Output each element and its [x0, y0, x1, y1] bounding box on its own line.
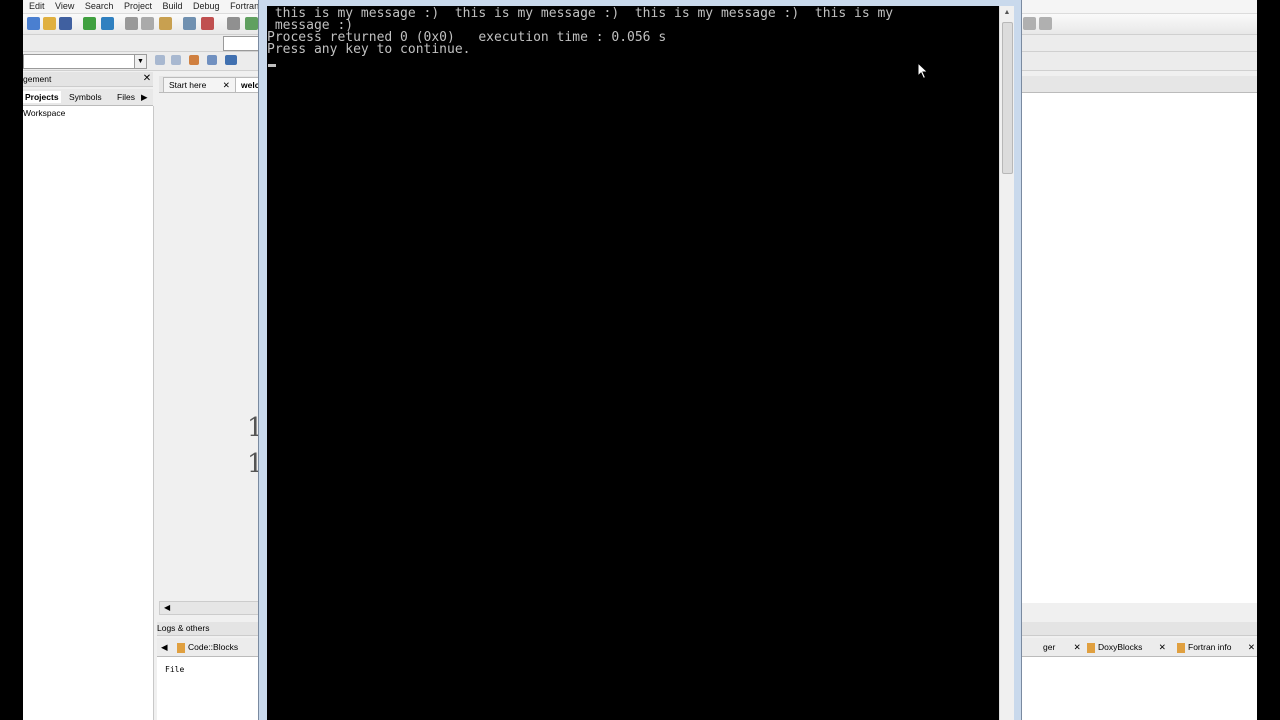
log-icon: [1087, 642, 1095, 653]
cut-icon[interactable]: [125, 17, 138, 30]
scroll-up-icon[interactable]: ▲: [1000, 6, 1014, 20]
tab-label: Fortran info: [1188, 642, 1232, 652]
run-icon[interactable]: [245, 17, 258, 30]
tab-symbols[interactable]: Symbols: [69, 91, 102, 103]
close-icon[interactable]: ✕: [1248, 642, 1255, 652]
jump-back-icon[interactable]: [155, 55, 165, 65]
scope-combo[interactable]: ▼: [23, 54, 147, 69]
match-case-icon[interactable]: [225, 55, 237, 65]
bookmark-icon[interactable]: [207, 55, 217, 65]
save-icon[interactable]: [59, 17, 72, 30]
mouse-pointer-icon: [917, 62, 929, 80]
log-icon: [1177, 642, 1185, 653]
chevron-left-icon[interactable]: ◀: [164, 603, 170, 612]
tab-label: Code::Blocks: [188, 642, 239, 652]
log-icon: [177, 642, 185, 653]
menu-edit[interactable]: Edit: [29, 0, 45, 13]
text-cursor: [268, 64, 276, 67]
console-output[interactable]: this is my message :) this is my message…: [267, 6, 999, 720]
tab-fortran-info[interactable]: Fortran info ✕: [1177, 640, 1255, 654]
jump-forward-icon[interactable]: [171, 55, 181, 65]
tab-debugger[interactable]: ger ✕: [1043, 640, 1081, 654]
tab-projects[interactable]: Projects: [23, 91, 61, 103]
copy-icon[interactable]: [141, 17, 154, 30]
management-tabs: Projects Symbols Files ▶: [23, 89, 153, 106]
tab-codeblocks-log[interactable]: Code::Blocks: [177, 640, 238, 654]
new-file-icon[interactable]: [27, 17, 40, 30]
tab-start-here[interactable]: Start here ✕: [163, 77, 236, 92]
highlight-icon[interactable]: [189, 55, 199, 65]
tab-label: DoxyBlocks: [1098, 642, 1143, 652]
menu-fortran[interactable]: Fortran: [230, 0, 259, 13]
build-gear-icon[interactable]: [227, 17, 240, 30]
tab-doxyblocks[interactable]: DoxyBlocks ✕: [1087, 640, 1166, 654]
debug-step-icon[interactable]: [1023, 17, 1036, 30]
project-tree: Workspace: [23, 106, 154, 720]
close-icon[interactable]: ✕: [1159, 642, 1166, 652]
chevron-right-icon[interactable]: ▶: [141, 91, 148, 103]
tab-files[interactable]: Files: [117, 91, 135, 103]
replace-icon[interactable]: [201, 17, 214, 30]
menu-debug[interactable]: Debug: [193, 0, 220, 13]
debug-next-icon[interactable]: [1039, 17, 1052, 30]
vertical-scrollbar[interactable]: ▲: [999, 6, 1014, 720]
menu-view[interactable]: View: [55, 0, 74, 13]
chevron-left-icon[interactable]: ◀: [161, 640, 168, 654]
console-line: this is my message :) this is my message…: [267, 6, 894, 21]
editor-visible-region: [1018, 93, 1257, 603]
close-icon[interactable]: ✕: [141, 72, 153, 86]
scrollbar-thumb[interactable]: [1002, 22, 1013, 174]
tab-label: ger: [1043, 642, 1056, 652]
console-line: Press any key to continue.: [267, 42, 471, 57]
workspace-node[interactable]: Workspace: [23, 108, 65, 118]
paste-icon[interactable]: [159, 17, 172, 30]
horizontal-scrollbar[interactable]: ◀: [159, 601, 261, 615]
redo-icon[interactable]: [101, 17, 114, 30]
menu-search[interactable]: Search: [85, 0, 114, 13]
menu-project[interactable]: Project: [124, 0, 152, 13]
build-target-combo[interactable]: [223, 36, 260, 51]
tab-label: welc: [241, 80, 260, 90]
undo-icon[interactable]: [83, 17, 96, 30]
management-panel-title: gement: [23, 72, 153, 87]
close-icon[interactable]: ✕: [1074, 642, 1081, 652]
close-icon[interactable]: ✕: [223, 80, 230, 90]
console-window[interactable]: this is my message :) this is my message…: [258, 0, 1022, 720]
menu-build[interactable]: Build: [162, 0, 182, 13]
open-folder-icon[interactable]: [43, 17, 56, 30]
logs-column-file: File: [165, 665, 185, 674]
find-icon[interactable]: [183, 17, 196, 30]
combo-arrow-icon[interactable]: ▼: [134, 55, 146, 68]
tab-label: Start here: [169, 80, 207, 90]
